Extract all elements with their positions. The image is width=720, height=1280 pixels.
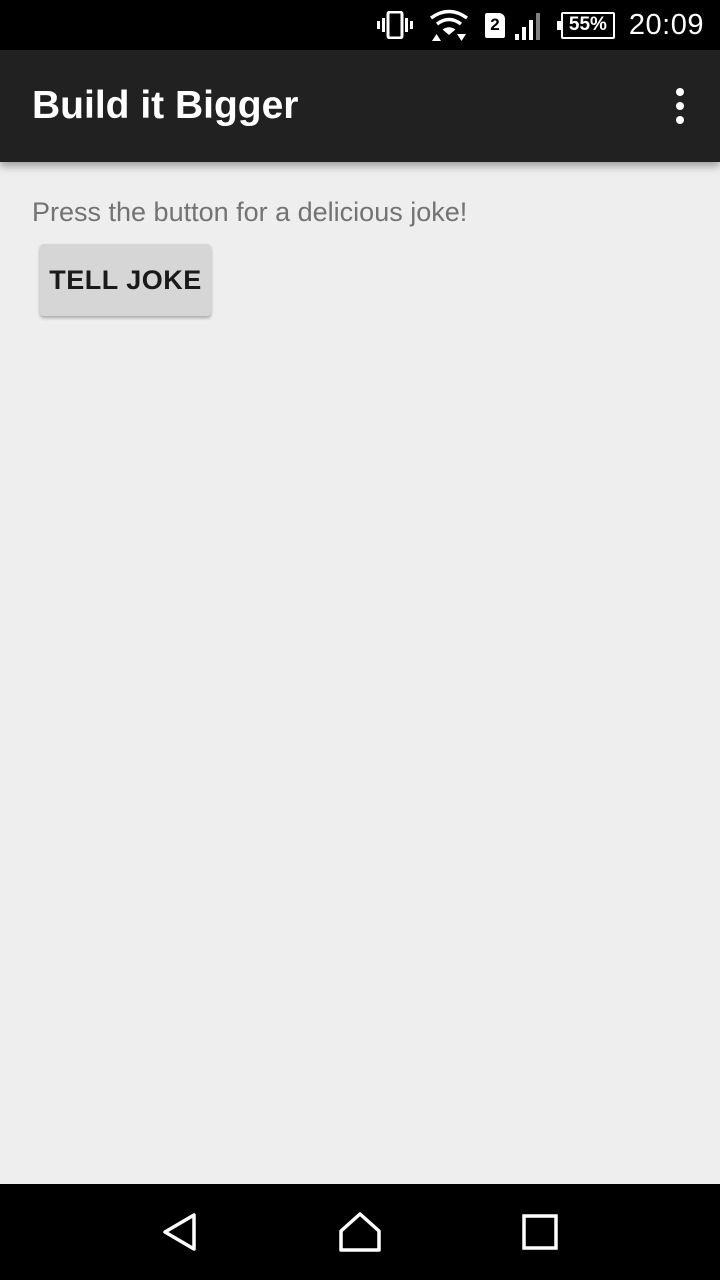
overflow-dot xyxy=(676,88,684,96)
instructions-text: Press the button for a delicious joke! xyxy=(32,197,468,227)
main-content: Press the button for a delicious joke! T… xyxy=(0,162,720,1184)
wifi-icon xyxy=(429,9,469,41)
signal-icon xyxy=(514,10,545,40)
app-bar: Build it Bigger xyxy=(0,50,720,162)
overflow-dot xyxy=(676,116,684,124)
home-icon[interactable] xyxy=(320,1192,400,1272)
tell-joke-button[interactable]: TELL JOKE xyxy=(40,244,211,316)
app-title: Build it Bigger xyxy=(32,84,299,127)
status-time: 20:09 xyxy=(628,8,704,41)
sim-icon: 2 xyxy=(484,12,505,38)
navigation-bar xyxy=(0,1184,720,1280)
more-vert-icon[interactable] xyxy=(656,74,704,138)
recents-icon[interactable] xyxy=(500,1192,580,1272)
battery-icon: 55% xyxy=(556,11,615,39)
back-icon[interactable] xyxy=(140,1192,220,1272)
vibrate-icon xyxy=(376,11,413,39)
overflow-dot xyxy=(676,102,684,110)
status-bar: 2 55% 20:09 xyxy=(0,0,720,50)
